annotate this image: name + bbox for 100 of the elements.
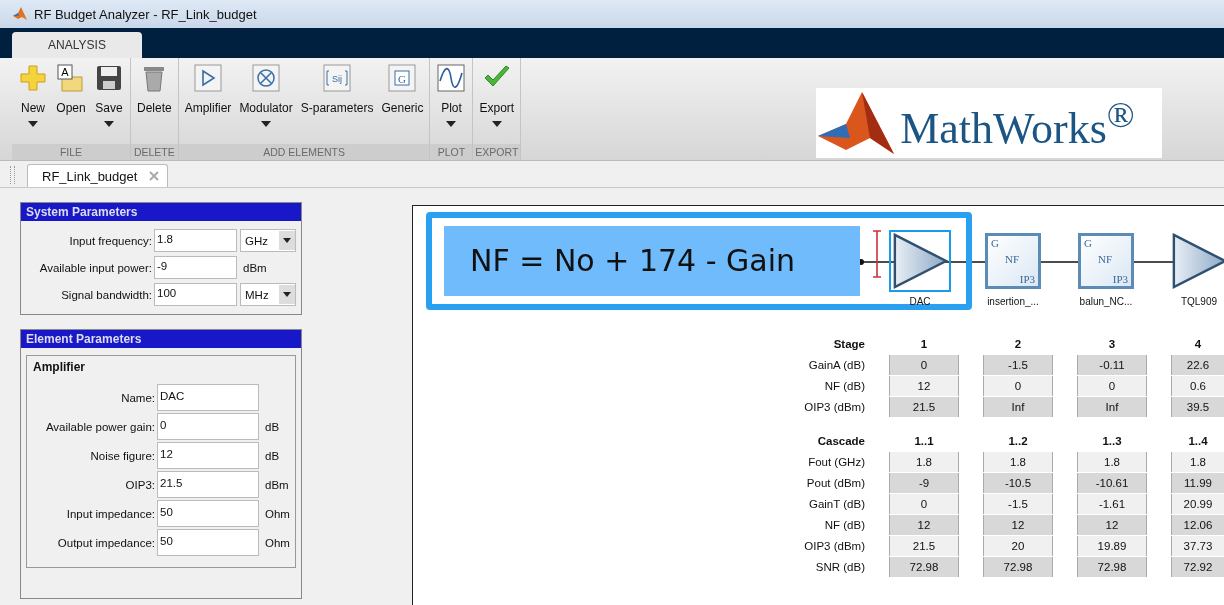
table-cell: 0	[1077, 376, 1147, 396]
unit-label: dB	[264, 420, 281, 433]
toolbar-button[interactable]: Delete	[133, 58, 176, 144]
block-text: NF	[1098, 253, 1113, 265]
element-label: insertion_...	[987, 296, 1039, 307]
plus-icon	[18, 63, 48, 93]
grip-icon	[10, 166, 15, 184]
table-cell: 22.6	[1171, 355, 1224, 375]
toolbar-button[interactable]: New	[14, 58, 52, 144]
table-cell: 21.5	[889, 536, 959, 556]
document-tab[interactable]: RF_Link_budget	[27, 164, 169, 187]
table-cell: -1.5	[983, 355, 1053, 375]
unit-dropdown[interactable]: MHz	[240, 283, 296, 306]
input-field[interactable]: 0	[157, 413, 259, 440]
toolbar-button[interactable]: Sij S-parameters	[296, 58, 378, 144]
input-field[interactable]: -9	[154, 256, 237, 279]
table-cell: 12	[1077, 515, 1147, 535]
table-cell: -10.61	[1077, 473, 1147, 493]
amplifier-triangle-icon	[891, 231, 949, 291]
group-label: FILE	[12, 144, 130, 160]
input-field[interactable]: 1.8	[154, 229, 237, 252]
table-cell: 72.98	[1077, 557, 1147, 577]
caret-icon	[491, 121, 502, 127]
panel-title: Element Parameters	[21, 330, 301, 348]
field-label: Name:	[120, 391, 155, 404]
logo-text: MathWorks$^{®}$	[900, 92, 1135, 154]
table-cell: -1.61	[1077, 494, 1147, 514]
input-field[interactable]: DAC	[157, 384, 259, 411]
field-label: Input frequency:	[68, 234, 152, 247]
unit-label: Ohm	[264, 536, 291, 549]
table-cell: 72.98	[889, 557, 959, 577]
unit-label: dB	[264, 449, 281, 462]
table-cell: 21.5	[889, 397, 959, 417]
column-header: 3	[1107, 337, 1117, 352]
membrane-logo-icon	[12, 6, 28, 22]
table-header: Cascade	[816, 434, 865, 449]
block-text: NF	[1005, 253, 1020, 265]
table-cell: 1.8	[1077, 452, 1147, 472]
table-cell: 1.8	[1171, 452, 1224, 472]
table-cell: 39.5	[1171, 397, 1224, 417]
matrix-icon: Sij	[322, 63, 353, 93]
caret-icon	[283, 238, 291, 243]
letter-block-icon: G	[387, 63, 418, 93]
table-cell: Inf	[1077, 397, 1147, 417]
table-cell: 0.6	[1171, 376, 1224, 396]
row-label: GainT (dB)	[807, 498, 865, 510]
unit-label: Ohm	[264, 507, 291, 520]
toolbar-button[interactable]: Amplifier	[180, 58, 236, 144]
toolbar-button[interactable]: A Open	[52, 58, 90, 144]
block-text: G	[1084, 237, 1092, 249]
table-cell: 11.99	[1171, 473, 1224, 493]
toolbar-button[interactable]: Modulator	[235, 58, 297, 144]
table-cell: 12	[889, 515, 959, 535]
element-block[interactable]: G NF IP3	[982, 230, 1044, 292]
ribbon-tab[interactable]: ANALYSIS	[12, 32, 142, 58]
row-label: SNR (dB)	[814, 561, 865, 573]
unit-dropdown[interactable]: GHz	[240, 229, 296, 252]
group-label: DELETE	[131, 144, 178, 160]
row-label: GainA (dB)	[807, 359, 865, 371]
table-cell: 12	[983, 515, 1053, 535]
marker-bar-icon	[872, 230, 882, 278]
element-block[interactable]	[889, 230, 951, 292]
table-cell: 0	[983, 376, 1053, 396]
row-label: OIP3 (dBm)	[803, 401, 865, 413]
field-label: Input impedance:	[65, 507, 155, 520]
input-field[interactable]: 50	[157, 500, 259, 527]
table-cell: 20.99	[1171, 494, 1224, 514]
input-field[interactable]: 12	[157, 442, 259, 469]
toolbar-button[interactable]: Save	[90, 58, 128, 144]
column-header: 1	[919, 337, 929, 352]
toolbar-button[interactable]: G Generic	[377, 58, 428, 144]
row-label: NF (dB)	[823, 380, 865, 392]
table-cell: -0.11	[1077, 355, 1147, 375]
caret-icon	[104, 121, 114, 127]
column-header: 1..4	[1187, 434, 1209, 449]
amplifier-triangle-icon	[1170, 231, 1224, 291]
block-text: G	[991, 237, 999, 249]
caret-icon	[28, 121, 38, 127]
unit-label: dBm	[264, 478, 290, 491]
table-cell: -9	[889, 473, 959, 493]
caret-icon	[283, 292, 291, 297]
caret-icon	[261, 121, 272, 127]
toolbar-button[interactable]: Export	[475, 58, 519, 144]
table-cell: 0	[889, 355, 959, 375]
input-field[interactable]: 100	[154, 283, 237, 306]
table-header: Stage	[832, 337, 865, 352]
toolbar-button[interactable]: Plot	[432, 58, 471, 144]
group-label: ADD ELEMENTS	[178, 144, 430, 160]
field-label: OIP3:	[124, 478, 155, 491]
field-label: Signal bandwidth:	[60, 288, 152, 301]
group-title: Amplifier	[32, 359, 86, 376]
circle-cross-icon	[251, 63, 282, 93]
table-cell: 72.98	[983, 557, 1053, 577]
table-cell: 20	[983, 536, 1053, 556]
element-block[interactable]: G NF IP3	[1075, 230, 1137, 292]
row-label: NF (dB)	[823, 519, 865, 531]
input-field[interactable]: 21.5	[157, 471, 259, 498]
field-label: Available power gain:	[44, 420, 155, 433]
table-cell: 1.8	[983, 452, 1053, 472]
input-field[interactable]: 50	[157, 529, 259, 556]
